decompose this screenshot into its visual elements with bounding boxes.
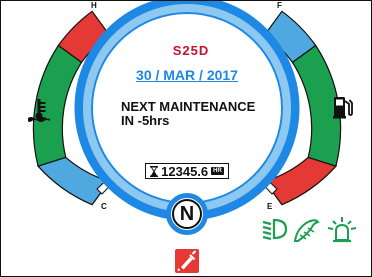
coolant-temperature-icon	[28, 99, 50, 122]
maintenance-line-2: IN -5hrs	[121, 113, 170, 128]
fuel-empty-label: E	[267, 202, 273, 211]
hour-meter-unit: HR	[211, 167, 224, 175]
hour-meter: 12345.6 HR	[145, 163, 229, 179]
hour-meter-value: 12345.6	[161, 163, 209, 179]
low-beam-headlight-icon	[262, 218, 288, 240]
gear-value: N	[179, 202, 195, 225]
brand-logo: S25D	[172, 43, 210, 58]
maintenance-line-1: NEXT MAINTENANCE	[121, 99, 256, 114]
temp-high-label: H	[91, 1, 97, 10]
temp-low-label: C	[101, 202, 107, 211]
gear-indicator: N	[166, 193, 208, 235]
washer-icon	[293, 219, 320, 242]
hourglass-icon	[150, 165, 159, 177]
fuel-full-label: F	[277, 1, 282, 10]
beacon-light-icon	[327, 217, 357, 243]
instrument-cluster-screen: H C F E S25D 30 / MAR / 2017 NEXT MAINTE…	[0, 0, 372, 277]
date-display: 30 / MAR / 2017	[136, 67, 238, 83]
maintenance-message: NEXT MAINTENANCE IN -5hrs	[121, 100, 261, 128]
glow-plug-warning-icon	[175, 249, 199, 273]
fuel-pump-icon	[333, 97, 353, 119]
